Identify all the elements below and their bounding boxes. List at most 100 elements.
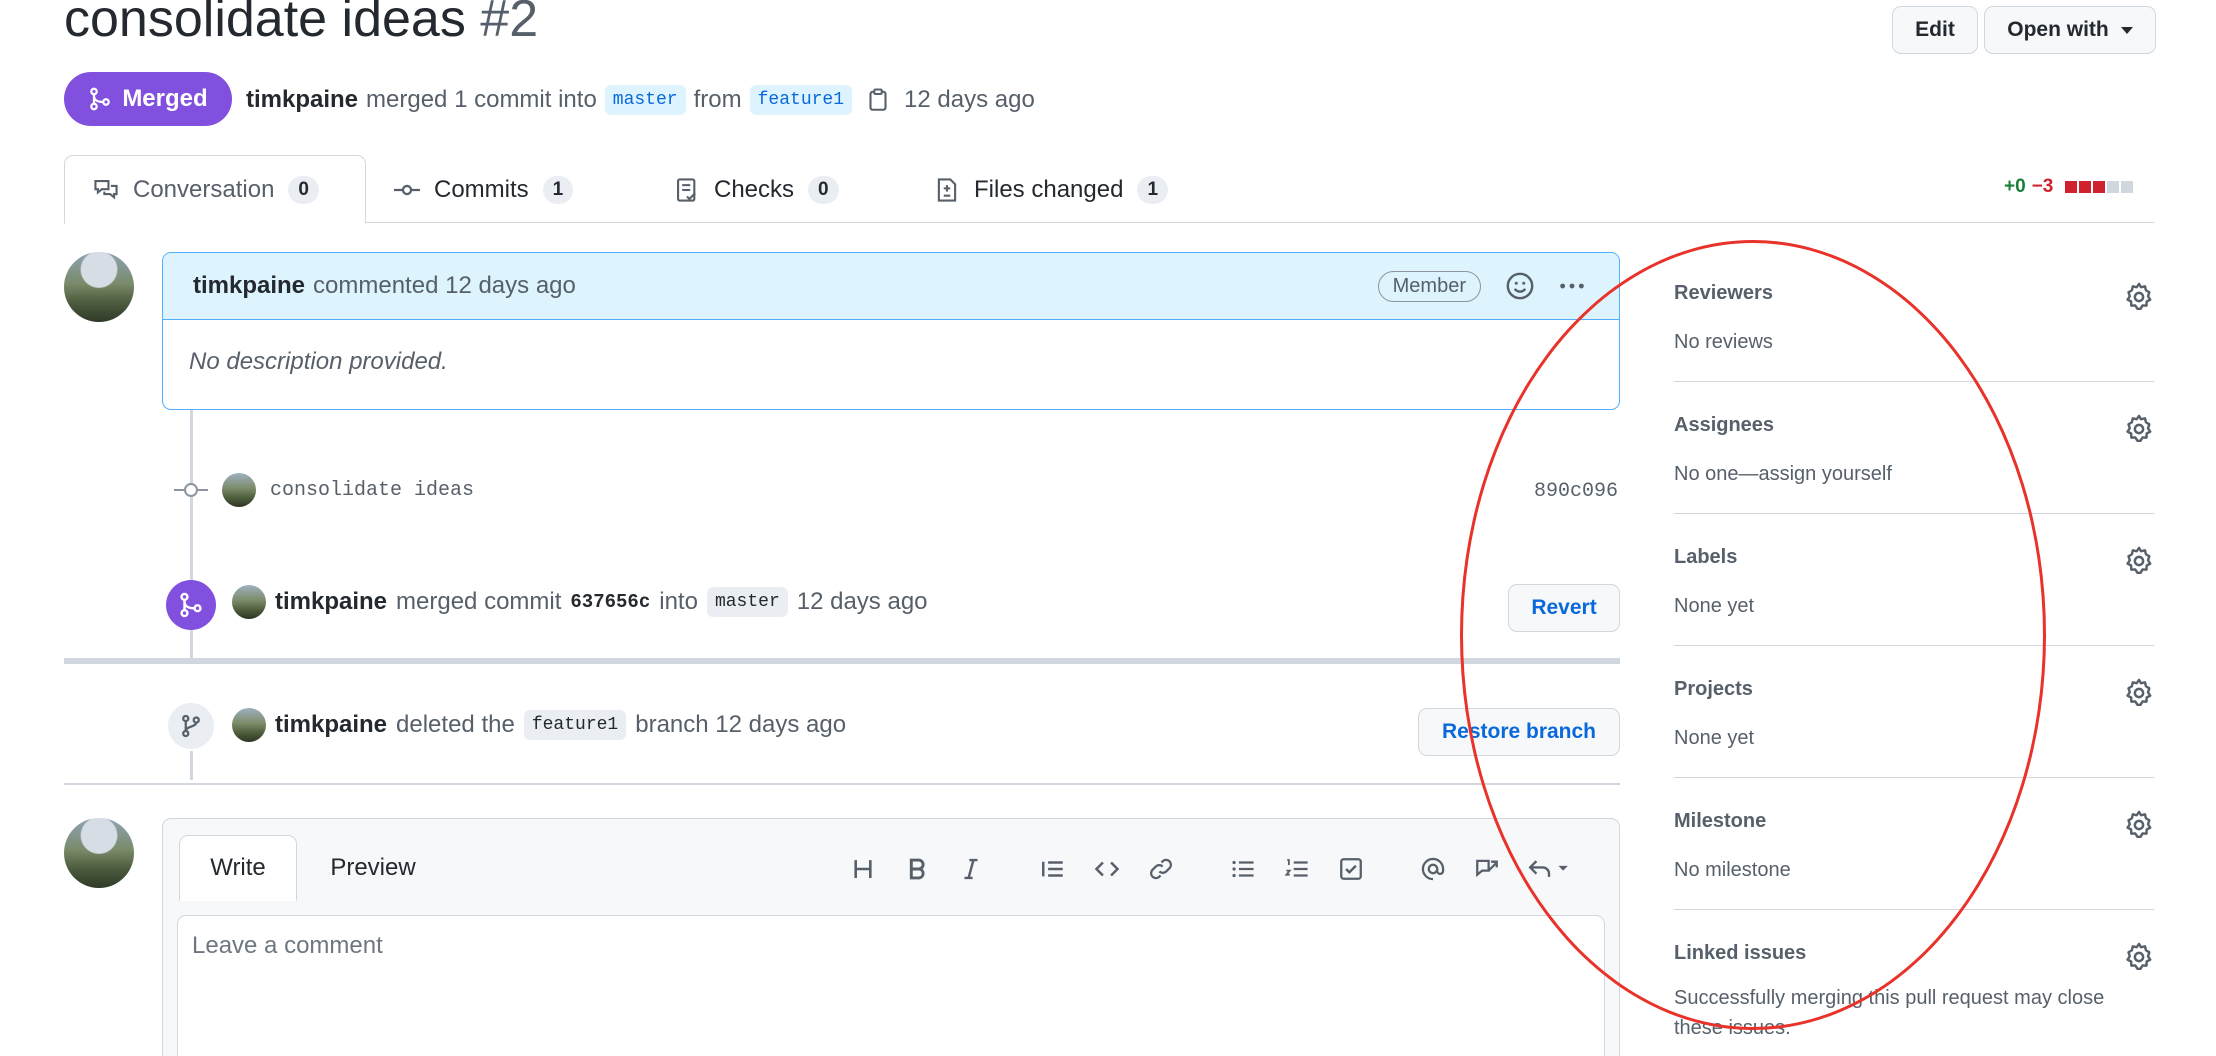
diffstat-block	[2093, 181, 2106, 193]
commit-sha-link[interactable]: 890c096	[1534, 480, 1618, 503]
linked-issues-title[interactable]: Linked issues	[1674, 942, 2154, 965]
restore-branch-button[interactable]: Restore branch	[1418, 708, 1620, 756]
tab-checks-count: 0	[808, 175, 839, 204]
tab-checks[interactable]: Checks 0	[646, 155, 867, 224]
bold-icon[interactable]	[897, 849, 937, 889]
tab-checks-label: Checks	[714, 175, 795, 203]
tab-commits-label: Commits	[434, 175, 529, 203]
diffstat: +0 −3	[2004, 176, 2134, 198]
heading-icon[interactable]	[843, 849, 883, 889]
tab-commits[interactable]: Commits 1	[366, 155, 601, 224]
projects-title[interactable]: Projects	[1674, 678, 2154, 701]
pr-title: consolidate ideas	[64, 0, 466, 48]
additions-count: +0	[2004, 176, 2026, 197]
reviewers-value: No reviews	[1674, 331, 1773, 353]
gear-icon[interactable]	[2124, 678, 2154, 708]
deletions-count: −3	[2031, 176, 2054, 197]
sidebar-milestone: Milestone No milestone	[1674, 810, 2154, 910]
gear-icon[interactable]	[2124, 414, 2154, 444]
labels-title[interactable]: Labels	[1674, 546, 2154, 569]
tab-write-label: Write	[210, 854, 266, 881]
pr-tabs: Conversation 0 Commits 1 Checks 0 Files …	[64, 155, 2154, 224]
smiley-icon[interactable]	[1505, 271, 1535, 301]
diffstat-block	[2107, 181, 2120, 193]
merge-event-icon	[166, 580, 216, 630]
quote-icon[interactable]	[1033, 849, 1073, 889]
tab-files-label: Files changed	[974, 175, 1124, 203]
page-title: consolidate ideas #2	[64, 0, 538, 52]
branch-event-icon	[166, 701, 216, 751]
avatar[interactable]	[64, 818, 134, 888]
merge-icon	[180, 592, 202, 618]
revert-button[interactable]: Revert	[1508, 584, 1620, 632]
head-branch-link[interactable]: feature1	[749, 85, 853, 115]
commit-message-link[interactable]: consolidate ideas	[270, 479, 474, 502]
tab-conversation[interactable]: Conversation 0	[64, 155, 366, 224]
diffstat-block	[2121, 181, 2134, 193]
linked-issues-value: Successfully merging this pull request m…	[1674, 987, 2105, 1039]
open-with-button[interactable]: Open with	[1984, 6, 2156, 54]
link-icon[interactable]	[1141, 849, 1181, 889]
avatar[interactable]	[232, 708, 266, 742]
mention-icon[interactable]	[1413, 849, 1453, 889]
merge-icon	[90, 87, 111, 111]
tab-commits-count: 1	[542, 175, 574, 204]
gear-icon[interactable]	[2124, 810, 2154, 840]
delete-branch-event: timkpaine deleted the feature1 branch 12…	[232, 705, 846, 745]
sidebar-labels: Labels None yet	[1674, 546, 2154, 646]
file-diff-icon	[937, 177, 957, 202]
base-branch-link[interactable]: master	[604, 85, 686, 115]
avatar[interactable]	[232, 585, 266, 619]
assignees-value[interactable]: No one—assign yourself	[1674, 459, 2154, 489]
numbered-list-icon[interactable]	[1277, 849, 1317, 889]
avatar[interactable]	[222, 473, 256, 507]
projects-value: None yet	[1674, 727, 1755, 749]
code-icon[interactable]	[1087, 849, 1127, 889]
italic-icon[interactable]	[951, 849, 991, 889]
sidebar-projects: Projects None yet	[1674, 678, 2154, 778]
sidebar-reviewers: Reviewers No reviews	[1674, 282, 2154, 382]
avatar[interactable]	[64, 252, 134, 322]
edit-button-label: Edit	[1915, 18, 1955, 41]
comment-textarea[interactable]: Leave a comment	[177, 915, 1605, 1056]
gear-icon[interactable]	[2124, 546, 2154, 576]
tab-write[interactable]: Write	[179, 835, 297, 901]
comment-action: commented 12 days ago	[313, 272, 576, 299]
cross-reference-icon[interactable]	[1467, 849, 1507, 889]
from-text: from	[693, 86, 742, 113]
tab-files-changed[interactable]: Files changed 1	[906, 155, 1196, 224]
checklist-icon	[677, 177, 696, 202]
delete-event-author-link[interactable]: timkpaine	[275, 711, 387, 739]
milestone-title[interactable]: Milestone	[1674, 810, 2154, 833]
merge-event-into: into	[659, 588, 698, 615]
task-list-icon[interactable]	[1331, 849, 1371, 889]
pr-author-link[interactable]: timkpaine	[246, 86, 358, 114]
gear-icon[interactable]	[2124, 282, 2154, 312]
kebab-menu-icon[interactable]	[1555, 271, 1589, 301]
conversation-icon	[94, 179, 118, 200]
delete-event-time: branch 12 days ago	[635, 711, 847, 738]
reviewers-title[interactable]: Reviewers	[1674, 282, 2154, 305]
saved-reply-icon[interactable]	[1521, 849, 1577, 889]
member-badge: Member	[1377, 270, 1481, 302]
copy-icon[interactable]	[866, 87, 890, 113]
commit-node-icon	[174, 483, 208, 497]
tab-preview[interactable]: Preview	[303, 835, 443, 901]
gear-icon[interactable]	[2124, 942, 2154, 972]
merge-event-branch[interactable]: master	[706, 587, 788, 617]
bullet-list-icon[interactable]	[1223, 849, 1263, 889]
comment-author-link[interactable]: timkpaine	[193, 272, 305, 300]
diffstat-block	[2079, 181, 2092, 193]
status-label: Merged	[122, 85, 208, 112]
assignees-title[interactable]: Assignees	[1674, 414, 2154, 437]
merge-commit-sha-link[interactable]: 637656c	[570, 591, 650, 613]
merge-event-author-link[interactable]: timkpaine	[275, 588, 387, 616]
pr-time: 12 days ago	[904, 86, 1035, 113]
edit-button[interactable]: Edit	[1892, 6, 1978, 54]
restore-branch-label: Restore branch	[1441, 720, 1597, 743]
tab-conversation-count: 0	[288, 175, 319, 204]
commit-row: consolidate ideas	[174, 470, 474, 510]
comment-editor: Write Preview Leave a comment	[162, 818, 1620, 1056]
deleted-branch-name: feature1	[523, 710, 627, 740]
merge-text: merged 1 commit into	[366, 86, 597, 113]
